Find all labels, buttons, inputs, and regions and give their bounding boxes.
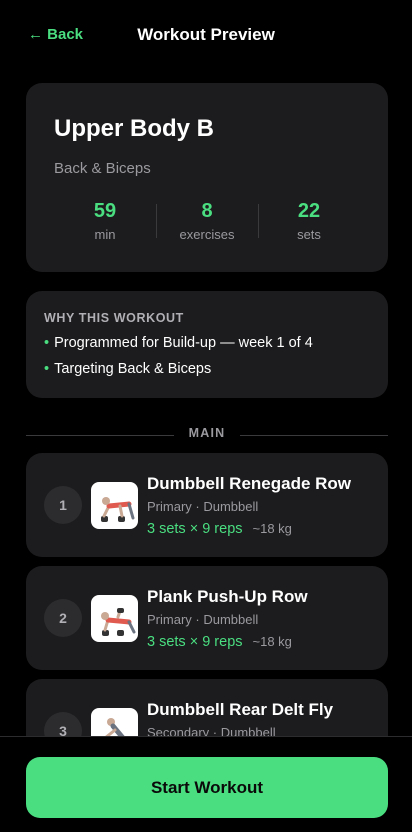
- why-item: • Targeting Back & Biceps: [44, 361, 211, 377]
- start-workout-button[interactable]: Start Workout: [26, 757, 388, 818]
- exercise-card[interactable]: 1 Dumbbell Renegade Row Primary · Dumbbe…: [26, 453, 388, 557]
- renegade-row-illustration-icon: [91, 482, 138, 529]
- bullet-icon: •: [44, 361, 50, 377]
- workout-subtitle: Back & Biceps: [54, 160, 151, 177]
- workout-title: Upper Body B: [54, 115, 215, 142]
- workout-stats: 59 min 8 exercises 22 sets: [54, 199, 360, 245]
- stat-value: 59: [93, 200, 117, 222]
- exercise-weight: ~18 kg: [252, 634, 292, 649]
- exercise-card[interactable]: 2 Plank Push-Up Row Primary · Dumbbell 3…: [26, 566, 388, 670]
- exercise-meta: Primary · Dumbbell: [147, 612, 259, 627]
- plank-push-up-row-illustration-icon: [91, 595, 138, 642]
- exercise-meta: Primary · Dumbbell: [147, 499, 259, 514]
- exercise-number: 2: [44, 599, 82, 637]
- divider-line: [240, 435, 388, 436]
- why-item: • Programmed for Build-up — week 1 of 4: [44, 335, 313, 351]
- stat-duration: 59 min: [54, 199, 156, 245]
- exercise-weight: ~18 kg: [252, 521, 292, 536]
- exercise-number: 1: [44, 486, 82, 524]
- exercise-name: Dumbbell Renegade Row: [147, 474, 352, 493]
- sets-reps: 3 sets × 9 reps: [147, 634, 243, 650]
- stat-value: 22: [297, 200, 321, 222]
- exercise-name: Dumbbell Rear Delt Fly: [147, 700, 334, 719]
- section-label: MAIN: [188, 426, 226, 440]
- exercise-sets: 3 sets × 9 reps ~18 kg: [147, 521, 292, 537]
- why-this-workout-card: WHY THIS WORKOUT • Programmed for Build-u…: [26, 291, 388, 398]
- why-title: WHY THIS WORKOUT: [44, 311, 184, 325]
- why-item-text: Targeting Back & Biceps: [54, 361, 212, 377]
- page-title: Workout Preview: [137, 25, 275, 44]
- bullet-icon: •: [44, 335, 50, 351]
- bottom-action-bar: Start Workout: [0, 736, 412, 832]
- sets-reps: 3 sets × 9 reps: [147, 521, 243, 537]
- why-item-text: Programmed for Build-up — week 1 of 4: [54, 335, 313, 351]
- exercise-name: Plank Push-Up Row: [147, 587, 308, 606]
- header: ← Back Workout Preview: [0, 0, 412, 70]
- stat-label: sets: [297, 227, 321, 242]
- stat-value: 8: [201, 200, 213, 222]
- stat-exercises: 8 exercises: [156, 199, 258, 245]
- workout-summary-card: Upper Body B Back & Biceps 59 min 8 exer…: [26, 83, 388, 272]
- stat-label: min: [94, 227, 116, 242]
- section-divider-main: MAIN: [26, 426, 388, 446]
- stat-sets: 22 sets: [258, 199, 360, 245]
- exercise-sets: 3 sets × 9 reps ~18 kg: [147, 634, 292, 650]
- stat-label: exercises: [179, 227, 235, 242]
